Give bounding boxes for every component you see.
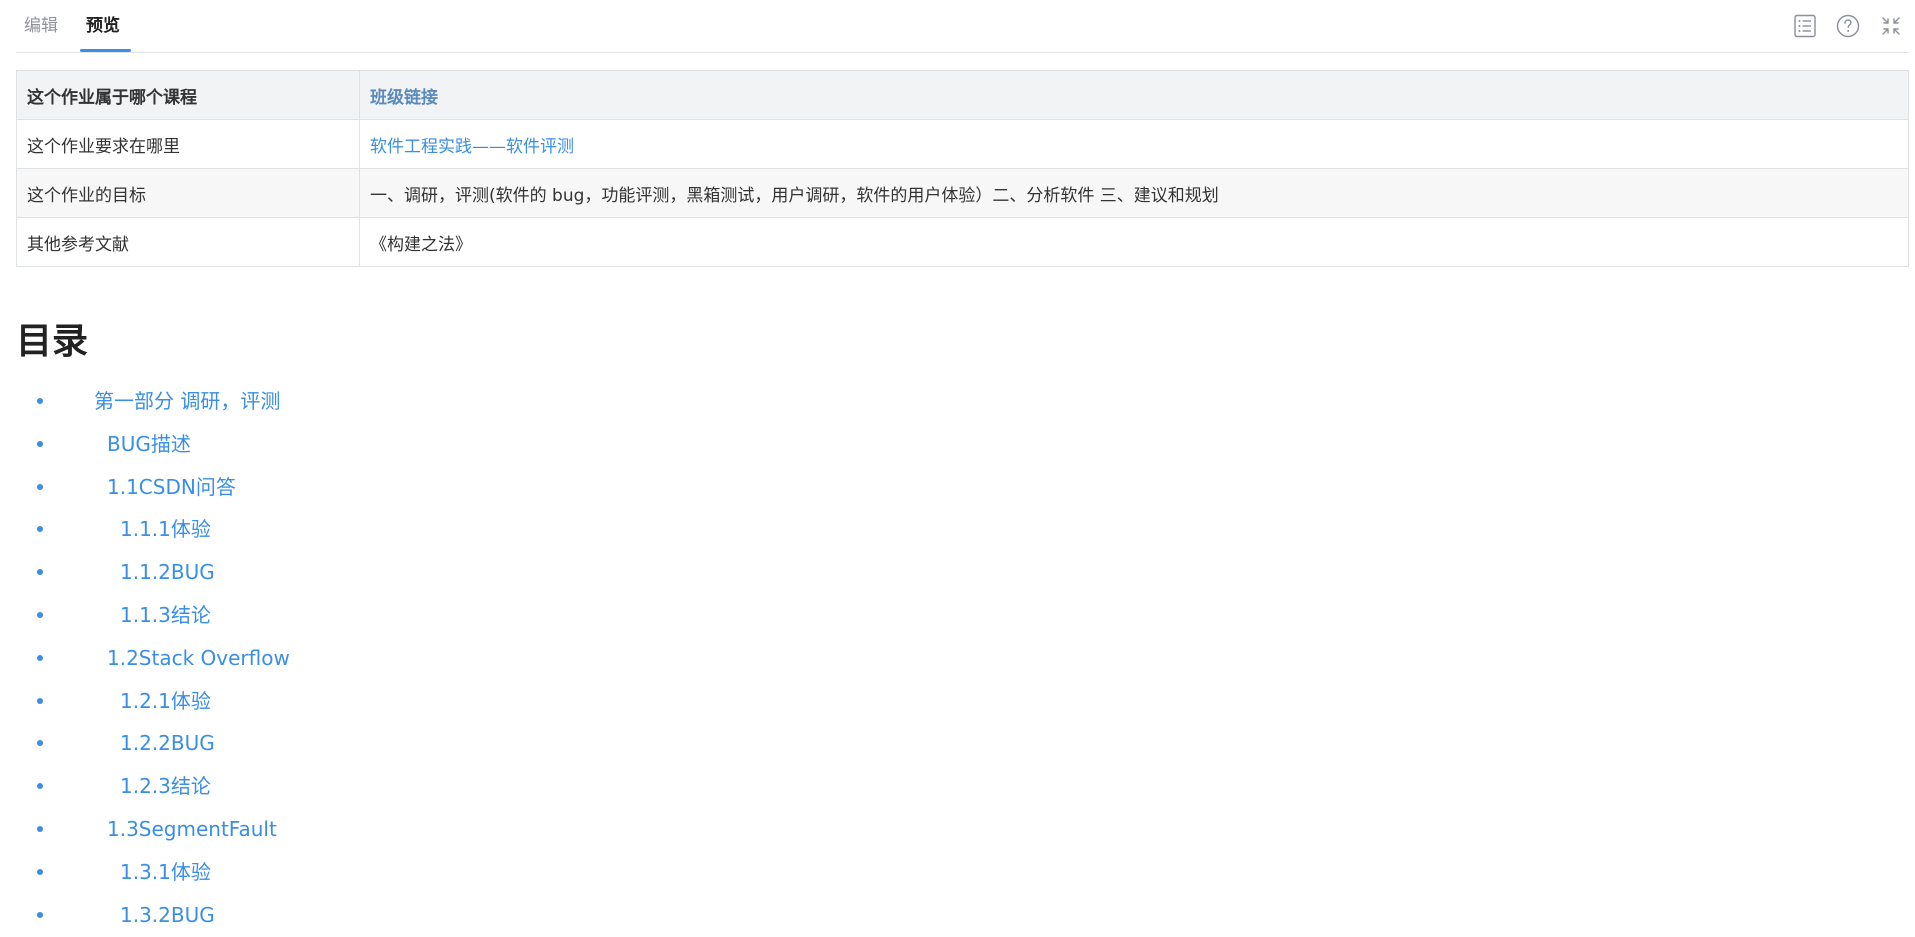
- toc-link[interactable]: 1.3SegmentFault: [107, 808, 277, 851]
- bullet-icon: [37, 526, 43, 533]
- table-row: 其他参考文献 《构建之法》: [16, 217, 1909, 267]
- toc-link[interactable]: 1.2.3结论: [120, 765, 211, 808]
- assignment-info-table: 这个作业属于哪个课程 班级链接 这个作业要求在哪里 软件工程实践——软件评测 这…: [16, 70, 1909, 267]
- bullet-icon: [37, 654, 43, 661]
- table-cell-label: 这个作业属于哪个课程: [16, 70, 360, 120]
- bullet-icon: [37, 611, 43, 618]
- bullet-icon: [37, 783, 43, 790]
- bullet-icon: [37, 697, 43, 704]
- help-icon[interactable]: [1835, 13, 1861, 39]
- toc-link[interactable]: 1.1CSDN问答: [107, 466, 236, 509]
- markdown-editor-page: 编辑 预览 这个作业属于哪个课程 班级链接 这个作业要求在哪里 软件工程实践——…: [0, 0, 1915, 937]
- bullet-icon: [37, 825, 43, 832]
- class-link[interactable]: 班级链接: [359, 70, 1909, 120]
- toc-link[interactable]: 1.1.1体验: [120, 508, 211, 551]
- active-tab-indicator: [80, 49, 131, 52]
- editor-tab-bar: 编辑 预览: [16, 0, 1909, 53]
- collapse-icon[interactable]: [1878, 13, 1904, 39]
- tab-preview[interactable]: 预览: [86, 14, 120, 38]
- bullet-icon: [37, 440, 43, 447]
- bullet-icon: [37, 398, 43, 404]
- table-cell-value: 《构建之法》: [359, 217, 1909, 267]
- toc-heading: 目录: [16, 321, 89, 362]
- toc-link[interactable]: 1.3.2BUG: [120, 894, 215, 937]
- bullet-icon: [37, 483, 43, 490]
- bullet-icon: [37, 569, 43, 576]
- toc-link[interactable]: 1.2.1体验: [120, 680, 211, 723]
- table-cell-label: 这个作业的目标: [16, 168, 360, 218]
- assignment-requirement-link[interactable]: 软件工程实践——软件评测: [370, 137, 574, 157]
- toc-link[interactable]: 1.2.2BUG: [120, 722, 215, 765]
- table-row: 这个作业属于哪个课程 班级链接: [16, 70, 1909, 120]
- table-cell-label: 其他参考文献: [16, 217, 360, 267]
- table-cell-value: 软件工程实践——软件评测: [359, 119, 1909, 169]
- toc-link[interactable]: 第一部分 调研，评测: [94, 380, 280, 423]
- bullet-icon: [37, 911, 43, 918]
- bullet-icon: [37, 740, 43, 747]
- tab-edit[interactable]: 编辑: [24, 14, 58, 38]
- table-row: 这个作业的目标 一、调研，评测(软件的 bug，功能评测，黑箱测试，用户调研，软…: [16, 168, 1909, 218]
- bullet-icon: [37, 868, 43, 875]
- table-cell-label: 这个作业要求在哪里: [16, 119, 360, 169]
- toc-link[interactable]: 1.3.1体验: [120, 851, 211, 894]
- toc-link[interactable]: 1.1.3结论: [120, 594, 211, 637]
- toc-icon[interactable]: [1792, 13, 1818, 39]
- table-cell-value: 一、调研，评测(软件的 bug，功能评测，黑箱测试，用户调研，软件的用户体验）二…: [359, 168, 1909, 218]
- table-row: 这个作业要求在哪里 软件工程实践——软件评测: [16, 119, 1909, 169]
- toc-link[interactable]: BUG描述: [107, 423, 191, 466]
- toc-link[interactable]: 1.2Stack Overflow: [107, 637, 290, 680]
- toc-link[interactable]: 1.1.2BUG: [120, 551, 215, 594]
